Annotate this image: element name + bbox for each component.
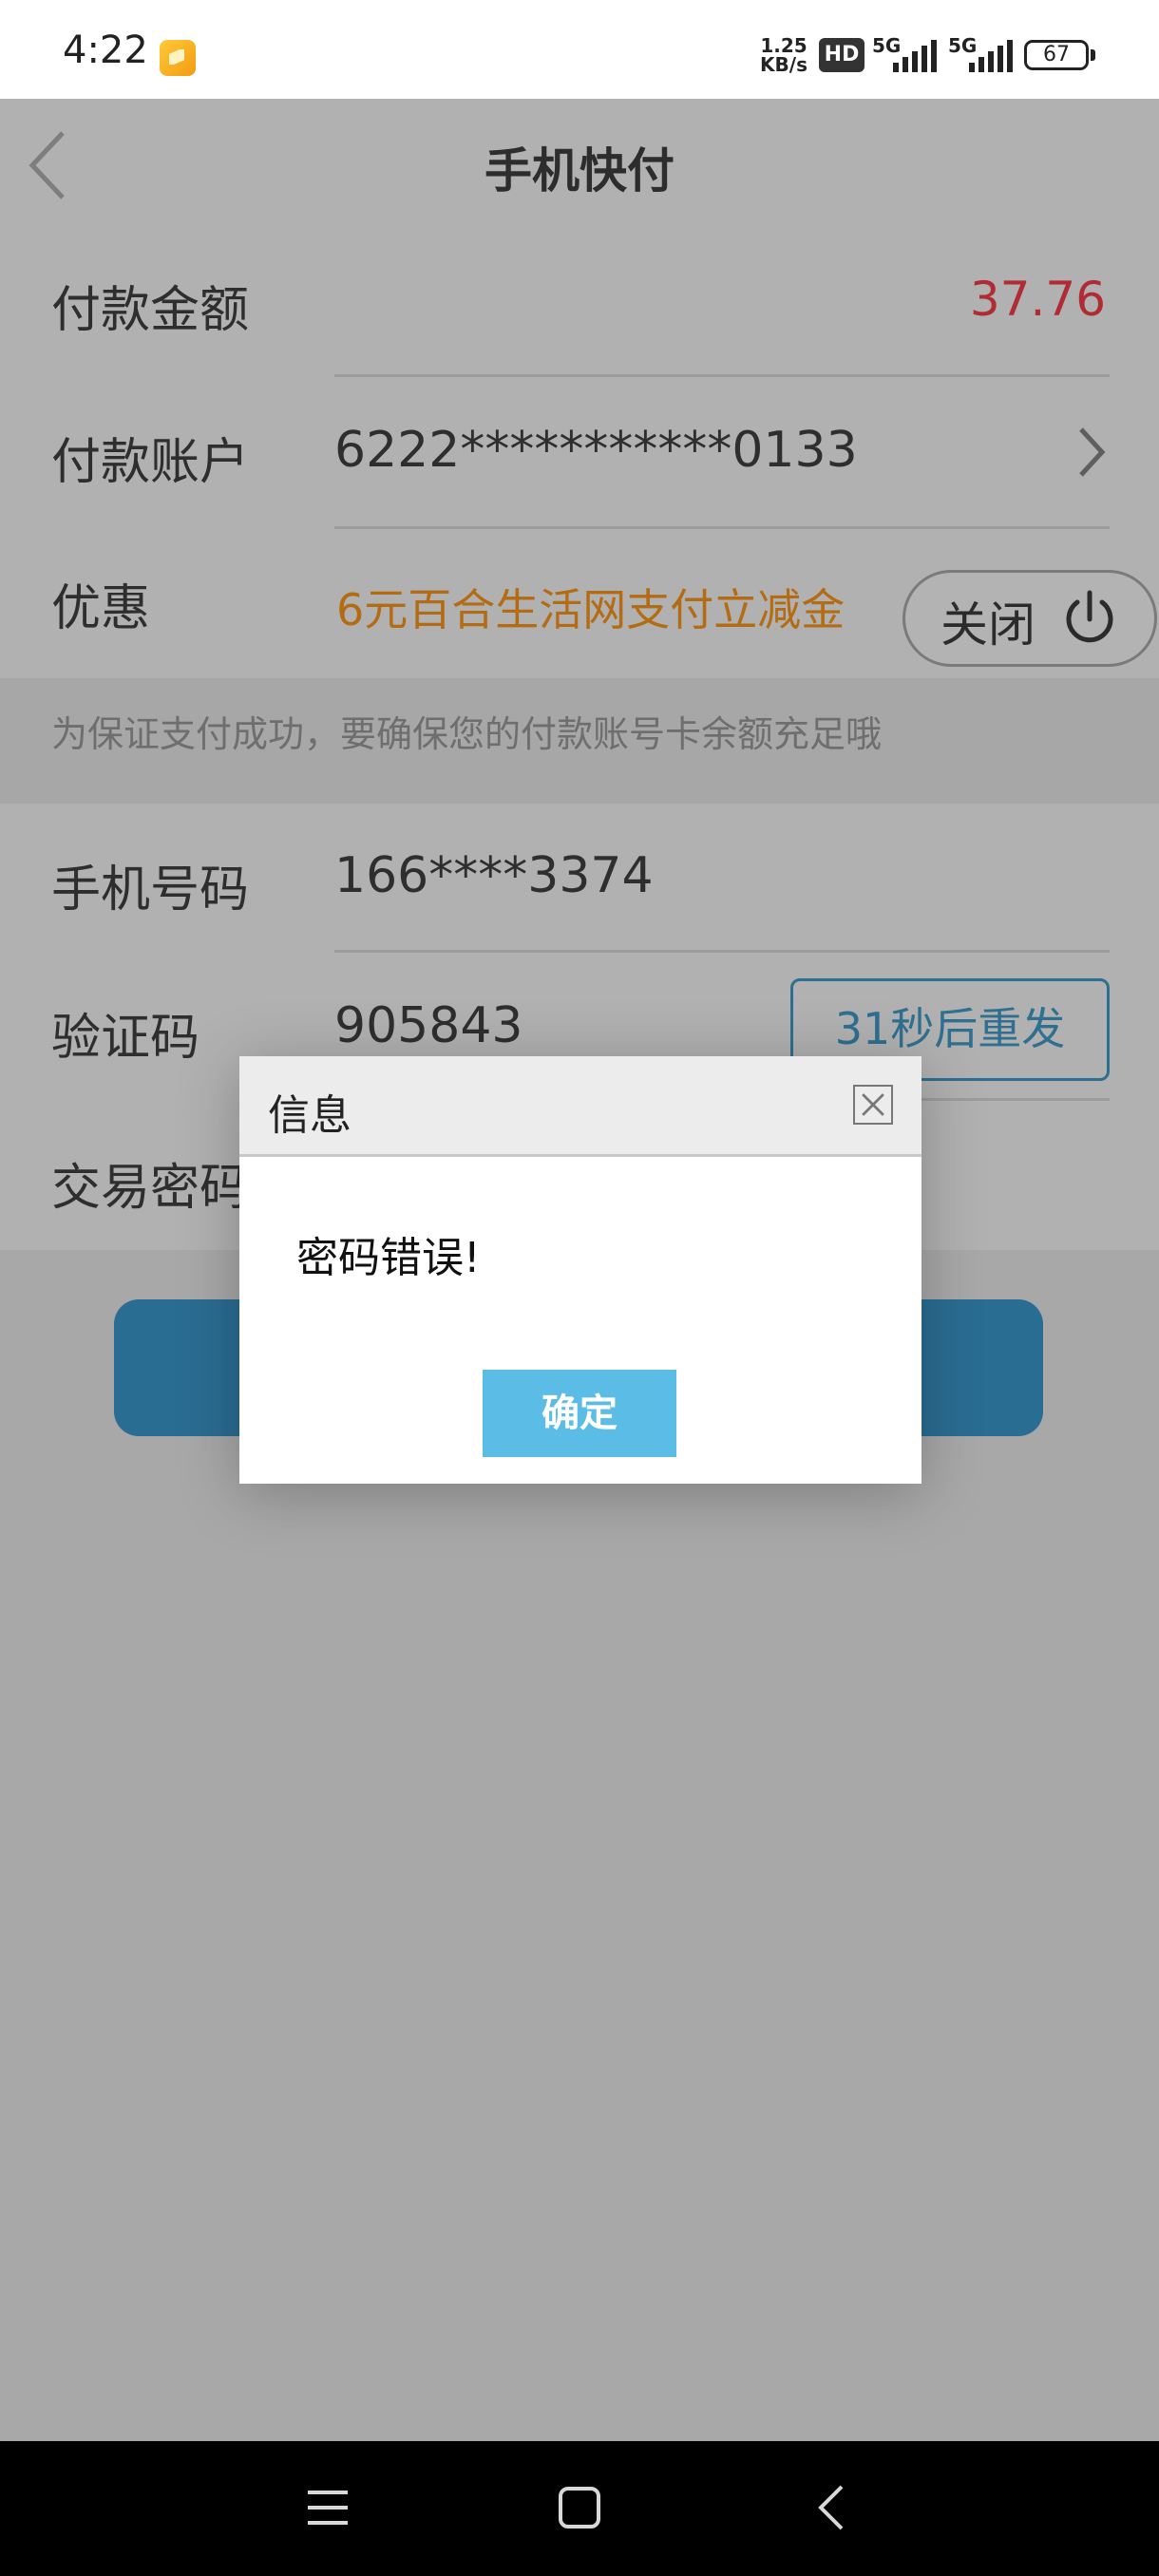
page-title: 手机快付 [484,143,674,199]
navigation-bar [0,2441,1159,2576]
hd-icon: HD [819,38,864,72]
dialog-title: 信息 [268,1091,352,1140]
signal-bars-icon [893,40,937,72]
close-button-label: 关闭 [940,597,1036,653]
divider [334,526,1110,529]
account-label: 付款账户 [51,434,250,491]
menu-icon[interactable] [306,2487,350,2529]
password-label: 交易密码 [51,1160,250,1217]
power-icon[interactable] [1058,587,1121,650]
chevron-right-icon[interactable] [1072,424,1110,481]
network-speed: 1.25 KB/s [760,34,808,76]
discount-value: 6元百合生活网支付立减金 [336,584,846,635]
notice-text: 为保证支付成功，要确保您的付款账号卡余额充足哦 [51,713,883,755]
status-time: 4:22 [63,28,148,72]
phone-label: 手机号码 [51,862,250,919]
code-input[interactable]: 905843 [334,997,523,1054]
discount-label: 优惠 [51,580,151,637]
battery-tip [1091,49,1095,61]
battery-icon: 67 [1024,40,1089,70]
app-notification-icon [160,40,196,76]
divider [334,374,1110,377]
signal-bars-icon [969,40,1013,72]
phone-value: 166****3374 [334,847,654,904]
home-icon[interactable] [557,2485,602,2530]
confirm-button[interactable]: 确定 [483,1370,676,1457]
divider [334,950,1110,953]
amount-label: 付款金额 [51,282,250,339]
back-icon[interactable] [813,2483,847,2532]
close-icon[interactable] [853,1085,893,1125]
code-label: 验证码 [51,1010,200,1067]
account-value[interactable]: 6222***********0133 [334,422,858,479]
dialog-message: 密码错误! [296,1234,481,1282]
error-dialog: 信息 密码错误! 确定 [239,1056,922,1484]
amount-value: 37.76 [969,272,1106,327]
